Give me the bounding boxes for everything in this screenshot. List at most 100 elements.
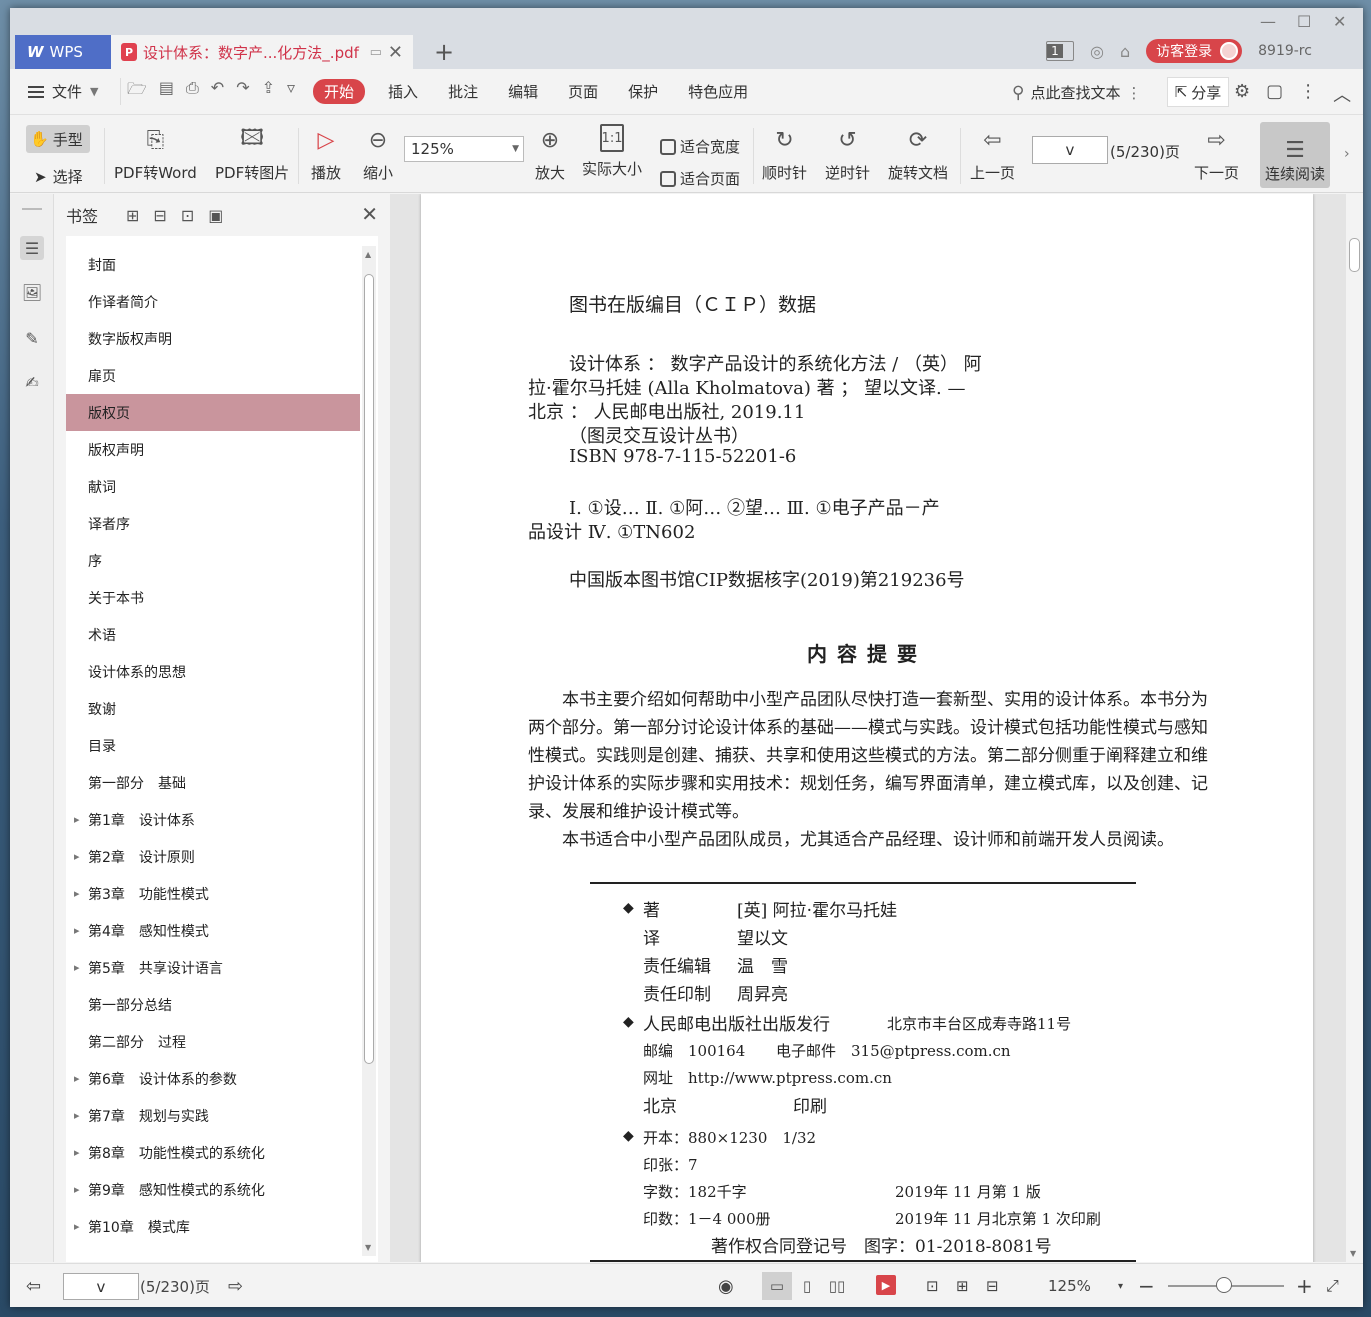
two-page-view-icon[interactable]: ▯▯	[822, 1272, 852, 1300]
document-scrollbar[interactable]: ▼	[1346, 194, 1363, 1262]
bookmark-item[interactable]: 第2章 设计原则	[66, 838, 360, 875]
zoom-in-button[interactable]: ⊕ 放大	[534, 124, 566, 183]
hand-tool-button[interactable]: ✋ 手型	[26, 125, 90, 153]
document-scroll-thumb[interactable]	[1349, 238, 1360, 272]
bookmark-item[interactable]: 第二部分 过程	[66, 1023, 360, 1060]
bookmark-item[interactable]: 献词	[66, 468, 360, 505]
export-icon[interactable]: ⇪	[262, 78, 275, 105]
save-icon[interactable]: ▤	[159, 78, 174, 105]
undo-icon[interactable]: ↶	[211, 78, 224, 105]
bookmark-item[interactable]: 第1章 设计体系	[66, 801, 360, 838]
shirt-icon[interactable]: ⌂	[1120, 42, 1130, 61]
bookmark-item[interactable]: 第4章 感知性模式	[66, 912, 360, 949]
bookmark-options-icon[interactable]: ▣	[208, 206, 223, 225]
close-tab-icon[interactable]: ✕	[388, 42, 403, 63]
collapse-ribbon-icon[interactable]: ︿	[1333, 81, 1351, 107]
menu-start[interactable]: 开始	[313, 79, 366, 104]
bookmark-item[interactable]: 目录	[66, 727, 360, 764]
zoom-in-icon[interactable]: +	[1296, 1264, 1313, 1307]
bookmark-item[interactable]: 封面	[66, 246, 360, 283]
add-bookmark-icon[interactable]: ⊞	[126, 206, 139, 225]
file-menu[interactable]: 文件 ▼	[10, 81, 120, 102]
bookmark-scroll-thumb[interactable]	[364, 274, 374, 1064]
menu-insert[interactable]: 插入	[373, 81, 433, 102]
annotation-icon[interactable]: ✎	[20, 326, 44, 350]
thumbnail-icon[interactable]: 🖼	[20, 280, 44, 304]
more-vertical-icon[interactable]: ⋮	[1126, 84, 1141, 102]
zoom-select[interactable]: 125% ▼	[404, 136, 524, 162]
menu-page[interactable]: 页面	[553, 81, 613, 102]
status-next-page-icon[interactable]: ⇨	[228, 1264, 243, 1307]
next-page-button[interactable]: ⇨ 下一页	[1194, 124, 1239, 183]
bookmark-item[interactable]: 版权页	[66, 394, 360, 431]
wps-home-tab[interactable]: W WPS	[15, 35, 111, 69]
minimize-icon[interactable]: —	[1260, 12, 1276, 31]
close-window-icon[interactable]: ✕	[1333, 12, 1346, 31]
actual-size-button[interactable]: 1:1 实际大小	[582, 124, 642, 179]
document-viewport[interactable]: 图书在版编目（ＣＩＰ）数据 设计体系 ： 数字产品设计的系统化方法 / （英） …	[390, 194, 1346, 1262]
scroll-down-icon[interactable]: ▼	[365, 1243, 371, 1252]
zoom-out-icon[interactable]: −	[1138, 1264, 1155, 1307]
zoom-out-button[interactable]: ⊖ 缩小	[362, 124, 394, 183]
bookmark-item[interactable]: 第10章 模式库	[66, 1208, 360, 1245]
window-count-badge[interactable]: 1	[1046, 41, 1074, 61]
bookmark-item[interactable]: 序	[66, 542, 360, 579]
page-number-input[interactable]: v	[1032, 136, 1108, 164]
bookmark-item[interactable]: 扉页	[66, 357, 360, 394]
status-play-icon[interactable]: ▶	[876, 1275, 896, 1295]
menu-protect[interactable]: 保护	[613, 81, 673, 102]
print-icon[interactable]: ⎙	[186, 78, 199, 105]
fit-width-icon[interactable]: ⊟	[986, 1264, 999, 1307]
new-tab-icon[interactable]: +	[434, 38, 454, 66]
bookmark-item[interactable]: 版权声明	[66, 431, 360, 468]
skin-icon[interactable]: ◎	[1090, 42, 1104, 61]
bookmark-item[interactable]: 第6章 设计体系的参数	[66, 1060, 360, 1097]
monitor-icon[interactable]: ▭	[370, 45, 382, 60]
menu-annotate[interactable]: 批注	[433, 81, 493, 102]
menu-special[interactable]: 特色应用	[673, 81, 763, 102]
single-page-view-icon[interactable]: ▭	[762, 1272, 792, 1300]
bookmark-item[interactable]: 第8章 功能性模式的系统化	[66, 1134, 360, 1171]
more-dropdown-icon[interactable]: ▿	[287, 78, 295, 105]
bookmark-item[interactable]: 数字版权声明	[66, 320, 360, 357]
find-text-button[interactable]: ⚲ 点此查找文本 ⋮	[1012, 82, 1141, 103]
guest-login-button[interactable]: 访客登录	[1146, 39, 1243, 63]
pdf-to-image-button[interactable]: 🖾 PDF转图片	[215, 124, 289, 183]
share-button[interactable]: ⇱ 分享	[1167, 77, 1229, 107]
fullscreen-icon[interactable]: ⤢	[1326, 1264, 1339, 1307]
toolbar-scroll-right-icon[interactable]: ›	[1344, 146, 1350, 162]
comment-icon[interactable]: ▢	[1266, 81, 1283, 107]
bookmark-item[interactable]: 第5章 共享设计语言	[66, 949, 360, 986]
open-icon[interactable]: 🗁	[127, 78, 147, 105]
bookmark-list-icon[interactable]: ☰	[20, 236, 44, 260]
zoom-slider-handle[interactable]	[1216, 1277, 1232, 1293]
continuous-reading-button[interactable]: ☰ 连续阅读	[1260, 122, 1330, 188]
scroll-up-icon[interactable]: ▲	[365, 250, 371, 259]
status-page-input[interactable]: v	[63, 1273, 139, 1300]
bookmark-item[interactable]: 第7章 规划与实践	[66, 1097, 360, 1134]
rotate-counterclockwise-button[interactable]: ↺ 逆时针	[825, 124, 870, 183]
bookmark-item[interactable]: 术语	[66, 616, 360, 653]
continuous-view-icon[interactable]: ▯	[792, 1272, 822, 1300]
bookmark-item[interactable]: 作译者简介	[66, 283, 360, 320]
status-zoom-value[interactable]: 125%	[1048, 1264, 1091, 1307]
bookmark-item[interactable]: 第一部分总结	[66, 986, 360, 1023]
rotate-document-button[interactable]: ⟳ 旋转文档	[888, 124, 948, 183]
document-tab[interactable]: P 设计体系：数字产...化方法_.pdf ▭ ✕	[111, 35, 413, 69]
close-panel-icon[interactable]: ✕	[361, 202, 378, 226]
expand-bookmark-icon[interactable]: ⊡	[181, 206, 194, 225]
bookmark-scrollbar[interactable]: ▲ ▼	[362, 246, 376, 1256]
eye-protection-icon[interactable]: ◉	[718, 1264, 734, 1307]
signature-icon[interactable]: ✍	[20, 370, 44, 394]
play-button[interactable]: ▷ 播放	[310, 124, 342, 183]
redo-icon[interactable]: ↷	[236, 78, 249, 105]
bookmark-item[interactable]: 第3章 功能性模式	[66, 875, 360, 912]
chevron-down-icon[interactable]: ▾	[1118, 1264, 1123, 1307]
bookmark-item[interactable]: 关于本书	[66, 579, 360, 616]
status-prev-page-icon[interactable]: ⇦	[26, 1264, 41, 1307]
rotate-clockwise-button[interactable]: ↻ 顺时针	[762, 124, 807, 183]
delete-bookmark-icon[interactable]: ⊟	[153, 206, 166, 225]
scroll-down-icon[interactable]: ▼	[1350, 1249, 1356, 1258]
gear-icon[interactable]: ⚙	[1234, 81, 1250, 107]
pdf-to-word-button[interactable]: ⎘ PDF转Word	[114, 124, 197, 183]
